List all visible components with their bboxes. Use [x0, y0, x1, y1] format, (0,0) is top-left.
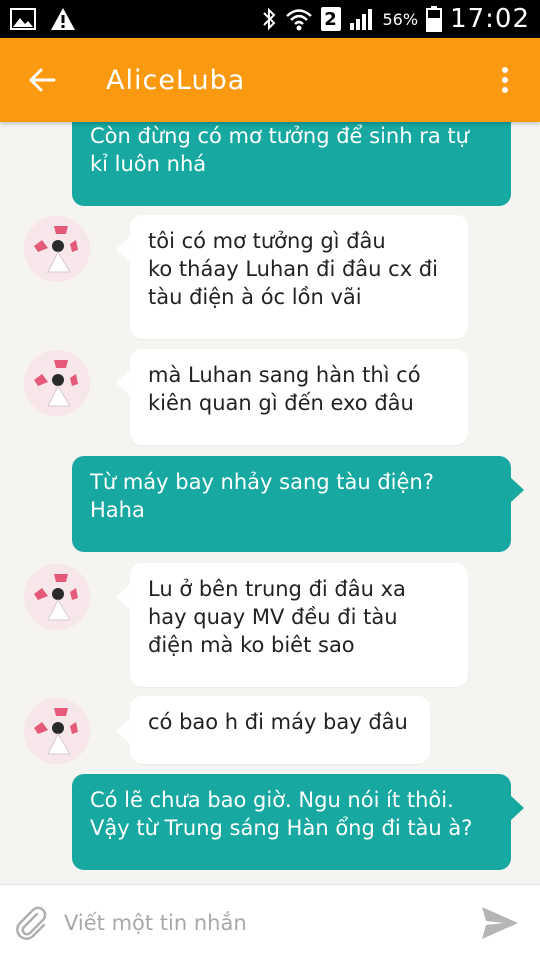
composer-bar: [0, 884, 540, 960]
clock: 17:02: [450, 4, 530, 34]
signal-icon: [349, 7, 375, 31]
incoming-message[interactable]: mà Luhan sang hàn thì có kiên quan gì đế…: [130, 349, 468, 445]
bubble-tail: [116, 370, 130, 396]
sim-badge: 2: [320, 7, 341, 31]
arrow-left-icon: [29, 68, 56, 92]
wifi-icon: [285, 7, 313, 31]
bubble-tail: [510, 477, 524, 503]
bubble-tail: [116, 584, 130, 610]
bubble-tail: [510, 795, 524, 821]
message-input[interactable]: [64, 897, 460, 948]
attach-button[interactable]: [0, 885, 64, 960]
warning-icon: [50, 7, 76, 31]
image-icon: [10, 8, 36, 30]
more-options-button[interactable]: [470, 38, 540, 122]
avatar[interactable]: [24, 698, 90, 764]
status-bar: 2 56% 17:02: [0, 0, 540, 38]
battery-percent: 56%: [382, 9, 419, 29]
send-button[interactable]: [460, 885, 540, 960]
incoming-message[interactable]: có bao h đi máy bay đâu: [130, 696, 430, 764]
more-vert-icon: [502, 67, 508, 93]
bubble-tail: [116, 718, 130, 744]
incoming-message[interactable]: tôi có mơ tưởng gì đâu ko tháay Luhan đi…: [130, 215, 468, 339]
incoming-message[interactable]: Lu ở bên trung đi đâu xa hay quay MV đều…: [130, 563, 468, 687]
bubble-tail: [116, 236, 130, 262]
outgoing-message[interactable]: Từ máy bay nhảy sang tàu điện? Haha: [72, 456, 511, 552]
app-bar: AliceLuba: [0, 38, 540, 122]
paperclip-icon: [16, 906, 47, 940]
back-button[interactable]: [0, 38, 84, 122]
avatar[interactable]: [24, 350, 90, 416]
send-icon: [482, 906, 518, 939]
avatar[interactable]: [24, 564, 90, 630]
message-list[interactable]: thường. 2013 qua Hàn rất nhiều lần. Còn …: [0, 122, 540, 884]
conversation-title: AliceLuba: [106, 64, 246, 96]
outgoing-message[interactable]: thường. 2013 qua Hàn rất nhiều lần. Còn …: [72, 122, 511, 206]
avatar[interactable]: [24, 216, 90, 282]
battery-icon: [426, 6, 443, 32]
bluetooth-icon: [261, 7, 277, 31]
outgoing-message[interactable]: Có lẽ chưa bao giờ. Ngu nói ít thôi. Vậy…: [72, 774, 511, 870]
